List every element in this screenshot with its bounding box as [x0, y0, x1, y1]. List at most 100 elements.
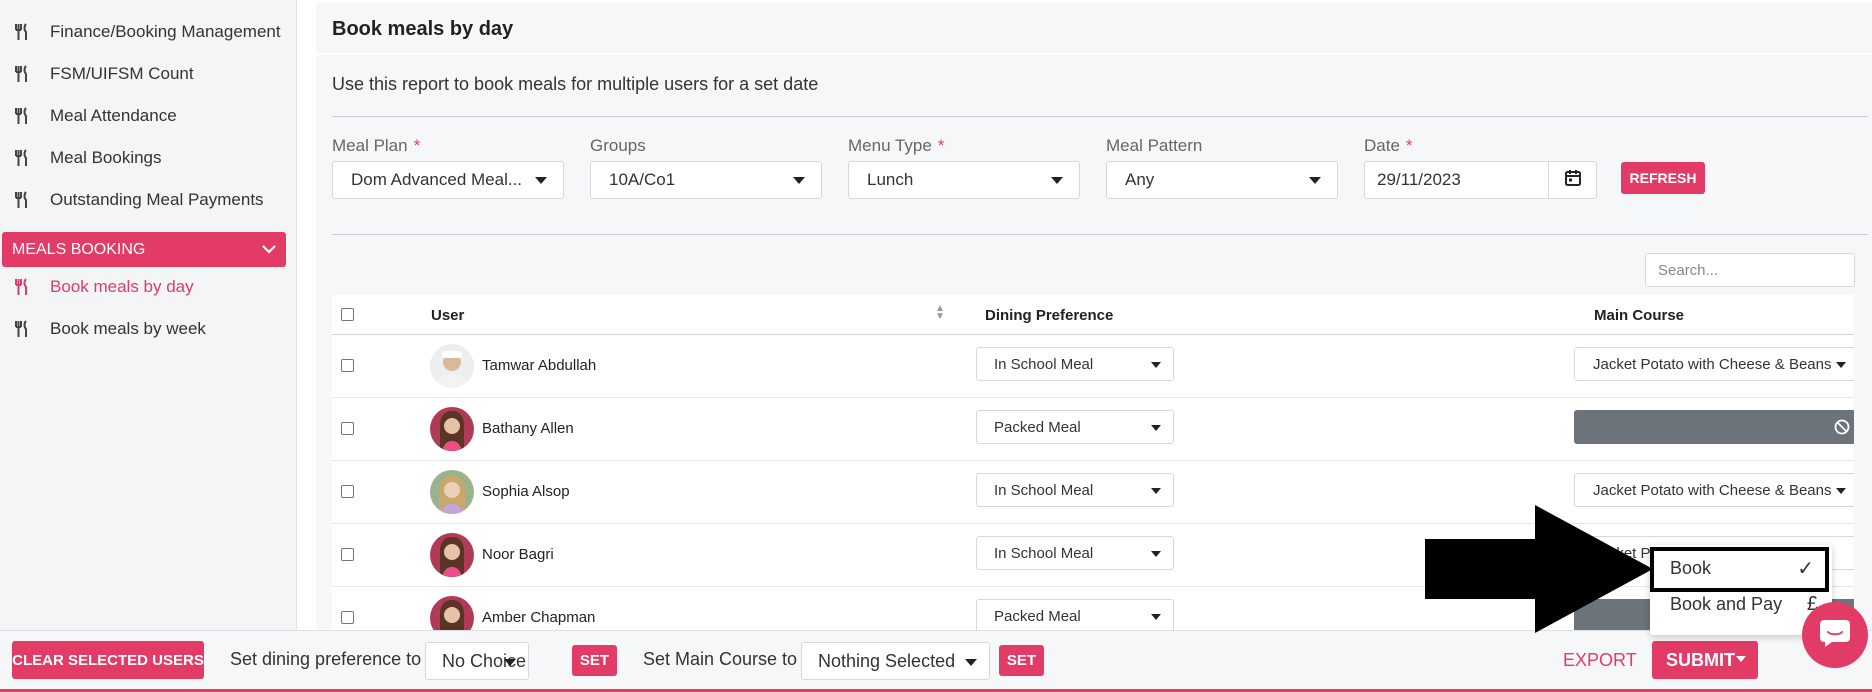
submit-button[interactable]: SUBMIT	[1652, 641, 1758, 679]
refresh-button[interactable]: REFRESH	[1621, 162, 1705, 194]
sidebar-item-book-meals-by-day[interactable]: Book meals by day	[12, 274, 194, 300]
groups-label: Groups	[590, 136, 646, 155]
menu-item-label: Book and Pay	[1670, 593, 1783, 614]
avatar	[430, 533, 474, 577]
meal-plan-select[interactable]: Dom Advanced Meal...	[332, 161, 564, 199]
meal-pattern-value: Any	[1125, 170, 1155, 189]
set-main-course-label: Set Main Course to	[643, 649, 798, 669]
main-course-bulk-select[interactable]: Nothing Selected	[801, 642, 990, 680]
dining-preference-value: Packed Meal	[994, 418, 1081, 436]
row-checkbox[interactable]	[341, 422, 354, 435]
fork-knife-icon	[12, 64, 32, 84]
caret-down-icon	[1051, 177, 1063, 184]
meal-plan-value: Dom Advanced Meal...	[351, 170, 523, 189]
row-checkbox[interactable]	[341, 611, 354, 624]
annotation-arrow	[1425, 505, 1653, 633]
sidebar-item-meal-attendance[interactable]: Meal Attendance	[12, 103, 177, 129]
sidebar-item-finance-booking[interactable]: Finance/Booking Management	[12, 19, 281, 45]
meal-plan-label-text: Meal Plan	[332, 136, 408, 155]
dining-preference-value: Packed Meal	[994, 607, 1081, 625]
sidebar: Finance/Booking Management FSM/UIFSM Cou…	[0, 0, 297, 630]
main-course-select[interactable]: Jacket Potato with Cheese & Beans	[1574, 347, 1854, 381]
export-link[interactable]: EXPORT	[1563, 650, 1637, 671]
caret-down-icon	[1836, 488, 1846, 494]
footer-toolbar: CLEAR SELECTED USERS Set dining preferen…	[0, 630, 1872, 692]
caret-down-icon	[1151, 362, 1161, 368]
sidebar-item-label: Meal Attendance	[50, 106, 177, 125]
dining-preference-value: In School Meal	[994, 481, 1094, 499]
menu-type-label: Menu Type *	[848, 136, 944, 156]
fork-knife-icon	[12, 22, 32, 42]
submit-label: SUBMIT	[1666, 649, 1735, 670]
dining-preference-select[interactable]: In School Meal	[976, 536, 1174, 570]
search-placeholder: Search...	[1658, 261, 1719, 279]
date-label-text: Date	[1364, 136, 1400, 155]
caret-down-icon	[1151, 488, 1161, 494]
chat-icon	[1818, 618, 1852, 653]
groups-select[interactable]: 10A/Co1	[590, 161, 822, 199]
sort-icon[interactable]: ▲ ▼	[935, 304, 945, 322]
row-checkbox[interactable]	[341, 485, 354, 498]
caret-down-icon	[504, 659, 516, 666]
meal-pattern-label: Meal Pattern	[1106, 136, 1203, 155]
sidebar-item-fsm-count[interactable]: FSM/UIFSM Count	[12, 61, 194, 87]
menu-type-select[interactable]: Lunch	[848, 161, 1080, 199]
divider	[332, 234, 1868, 235]
sidebar-item-book-meals-by-week[interactable]: Book meals by week	[12, 316, 206, 342]
calendar-button[interactable]	[1549, 161, 1597, 199]
ban-icon	[1834, 419, 1850, 439]
caret-down-icon	[1836, 362, 1846, 368]
avatar	[430, 596, 474, 630]
menu-type-label-text: Menu Type	[848, 136, 932, 155]
select-all-checkbox[interactable]	[341, 308, 354, 321]
fork-knife-icon	[12, 106, 32, 126]
sidebar-item-meal-bookings[interactable]: Meal Bookings	[12, 145, 162, 171]
column-header-user[interactable]: User	[431, 307, 464, 324]
required-marker: *	[937, 136, 945, 155]
fork-knife-icon	[12, 148, 32, 168]
sidebar-item-label: Meal Bookings	[50, 148, 162, 167]
required-marker: *	[413, 136, 421, 155]
set-main-course-button[interactable]: SET	[999, 645, 1044, 676]
row-checkbox[interactable]	[341, 359, 354, 372]
dining-preference-value: In School Meal	[994, 355, 1094, 373]
dining-preference-select[interactable]: In School Meal	[976, 473, 1174, 507]
caret-down-icon	[1309, 177, 1321, 184]
app-window: Finance/Booking Management FSM/UIFSM Cou…	[0, 0, 1872, 692]
row-checkbox[interactable]	[341, 548, 354, 561]
column-header-dining-preference[interactable]: Dining Preference	[985, 307, 1113, 324]
sidebar-item-outstanding-payments[interactable]: Outstanding Meal Payments	[12, 187, 264, 213]
caret-down-icon	[1151, 425, 1161, 431]
meal-pattern-select[interactable]: Any	[1106, 161, 1338, 199]
fork-knife-icon	[12, 277, 32, 297]
main-course-select-disabled	[1574, 410, 1854, 444]
user-name: Sophia Alsop	[482, 483, 570, 500]
groups-value: 10A/Co1	[609, 170, 676, 189]
column-header-main-course[interactable]: Main Course	[1594, 307, 1684, 324]
date-value: 29/11/2023	[1377, 170, 1461, 189]
user-name: Noor Bagri	[482, 546, 554, 563]
fork-knife-icon	[12, 190, 32, 210]
sidebar-section-meals-booking[interactable]: MEALS BOOKING	[2, 232, 286, 267]
menu-type-value: Lunch	[867, 170, 914, 189]
sidebar-item-label: Finance/Booking Management	[50, 22, 281, 41]
date-input[interactable]: 29/11/2023	[1364, 161, 1549, 199]
set-dining-button[interactable]: SET	[572, 645, 617, 676]
table-row: Bathany Allen Packed Meal	[332, 398, 1854, 461]
dining-preference-select[interactable]: Packed Meal	[976, 410, 1174, 444]
dining-preference-select[interactable]: In School Meal	[976, 347, 1174, 381]
dining-preference-value: In School Meal	[994, 544, 1094, 562]
caret-down-icon	[535, 177, 547, 184]
chat-button[interactable]	[1802, 602, 1868, 668]
set-dining-label: Set dining preference to	[230, 649, 422, 669]
search-input[interactable]: Search...	[1645, 253, 1855, 287]
sidebar-item-label: FSM/UIFSM Count	[50, 64, 194, 83]
main-course-value: Jacket Potato with Cheese & Beans	[1593, 481, 1832, 499]
caret-down-icon	[1151, 614, 1161, 620]
dining-preference-select[interactable]: Packed Meal	[976, 599, 1174, 630]
user-name: Bathany Allen	[482, 420, 574, 437]
clear-selected-users-button[interactable]: CLEAR SELECTED USERS	[12, 641, 204, 679]
caret-down-icon	[793, 177, 805, 184]
main-course-select[interactable]: Jacket Potato with Cheese & Beans	[1574, 473, 1854, 507]
dining-preference-bulk-select[interactable]: No Choice	[425, 642, 529, 680]
